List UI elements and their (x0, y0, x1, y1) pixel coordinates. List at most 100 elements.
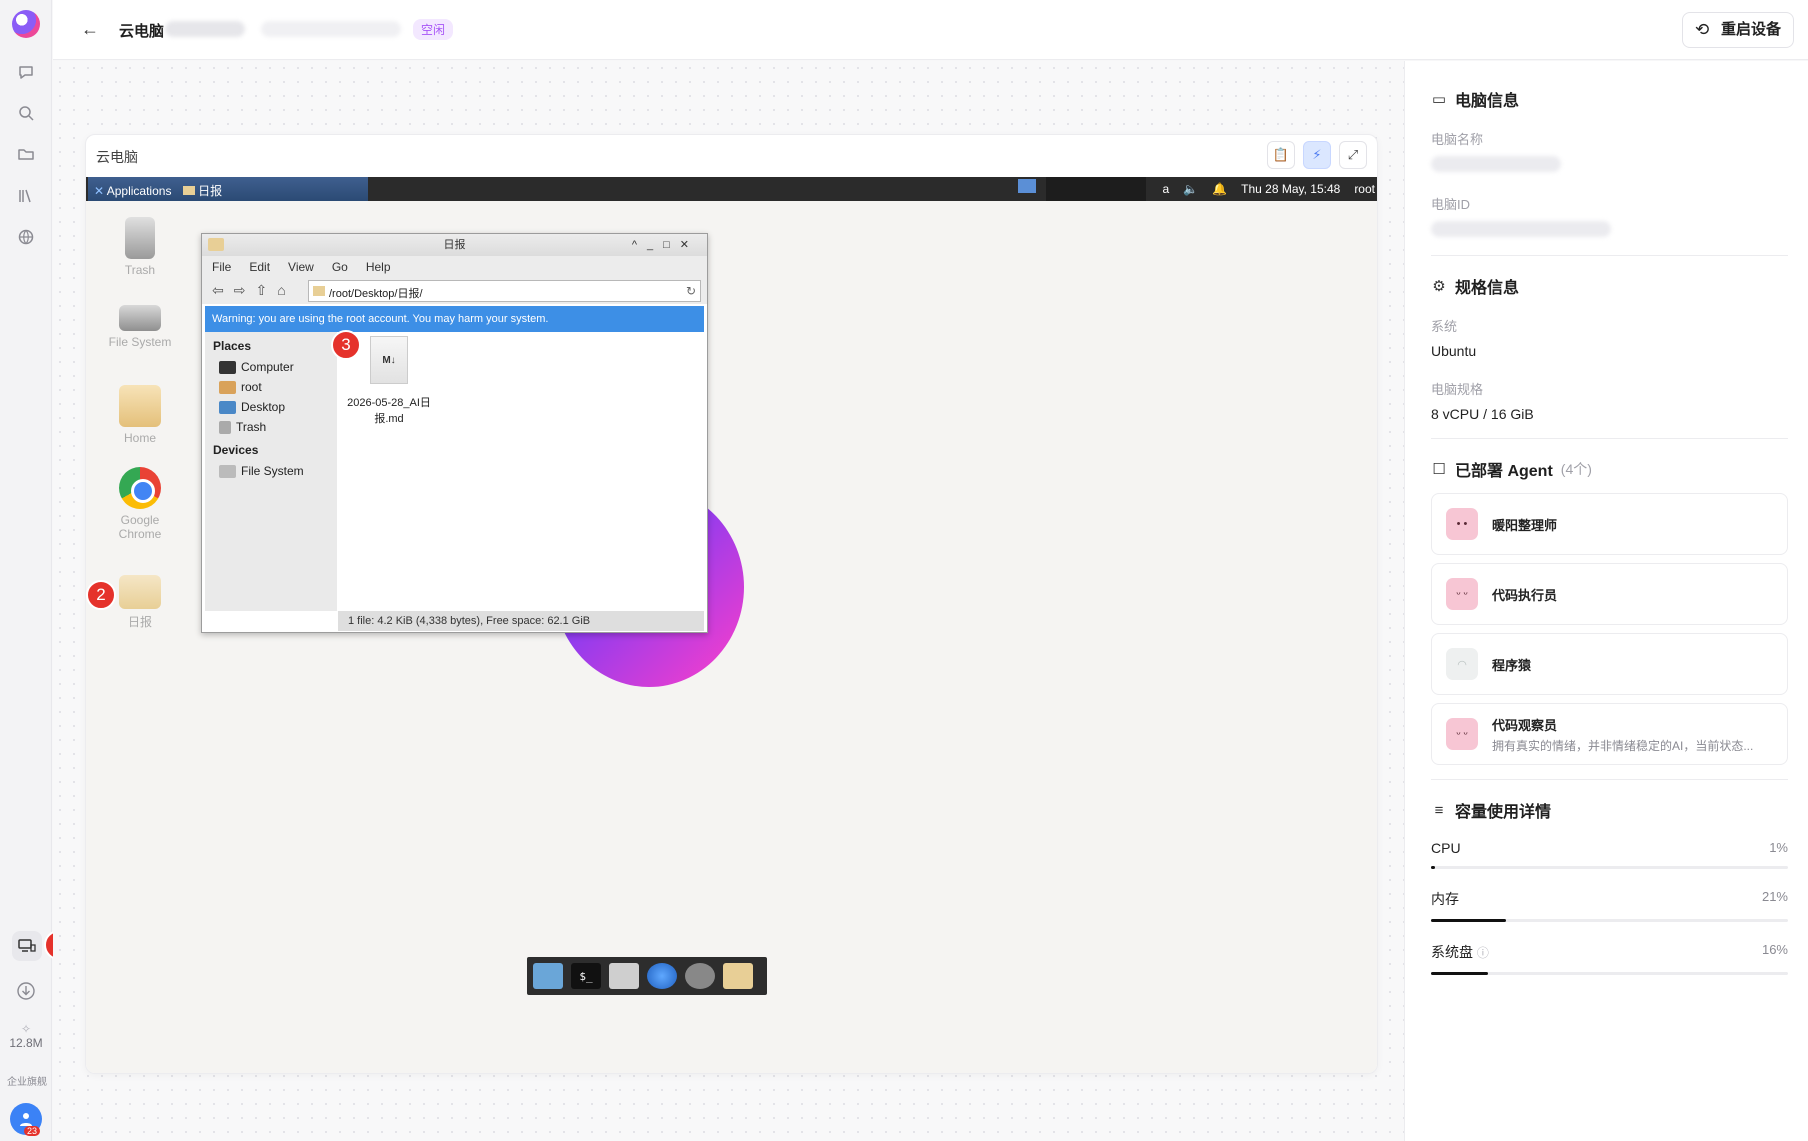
search-icon[interactable] (685, 963, 715, 989)
usage-label: CPU (1431, 840, 1461, 856)
computer-name-label: 电脑名称 (1431, 132, 1484, 147)
info-icon[interactable]: ⓘ (1477, 946, 1489, 960)
lightning-icon[interactable]: ⚡ (1303, 141, 1331, 169)
cloud-computer-icon[interactable] (12, 931, 42, 961)
fullscreen-icon[interactable]: ⤢ (1339, 141, 1367, 169)
home-folder-icon (119, 385, 161, 427)
place-desktop-label: Desktop (241, 400, 286, 414)
agent-item[interactable]: • • 暖阳整理师 (1431, 493, 1788, 555)
home-folder-icon[interactable] (609, 963, 639, 989)
card-title: 云电脑 (96, 149, 138, 165)
taskbar-window-label[interactable]: 日报 (198, 184, 222, 198)
forward-icon[interactable]: ⇨ (234, 282, 246, 299)
menu-edit[interactable]: Edit (249, 260, 270, 274)
top-bar: ← 云电脑 空闲 ⟲ 重启设备 (53, 0, 1808, 60)
size-value: 8 vCPU / 16 GiB (1431, 406, 1534, 422)
panel-user: root (1354, 182, 1375, 196)
device-filesystem[interactable]: File System (213, 461, 329, 481)
folder-icon[interactable] (723, 963, 753, 989)
usage-percent: 21% (1761, 889, 1788, 904)
agent-avatar: ᵕ ᵕ (1446, 578, 1478, 610)
menu-help[interactable]: Help (366, 260, 391, 274)
place-desktop[interactable]: Desktop (213, 397, 329, 417)
sparkle-icon: ✧ (20, 1022, 32, 1036)
device-filesystem-label: File System (241, 464, 304, 478)
status-bar: 1 file: 4.2 KiB (4,338 bytes), Free spac… (338, 611, 704, 631)
file-manager-window[interactable]: 日报 ^_□✕ File Edit View Go Help ⇦ ⇨ ⇧ ⌂ /… (201, 233, 708, 633)
home-icon[interactable]: ⌂ (277, 282, 285, 299)
usage-bar (1431, 866, 1788, 869)
computer-id-redacted (1431, 221, 1611, 237)
reload-icon[interactable]: ↻ (686, 284, 696, 298)
os-label: 系统 (1431, 319, 1458, 334)
app-logo-icon[interactable] (12, 10, 40, 38)
panel-tray: a 🔈 🔔 Thu 28 May, 15:48 root (1163, 182, 1375, 196)
show-desktop-icon[interactable] (533, 963, 563, 989)
window-folder-icon (208, 238, 224, 251)
taskbar-folder-icon (182, 186, 195, 195)
menu-view[interactable]: View (288, 260, 314, 274)
monitor-icon: ▭ (1431, 91, 1447, 108)
divider (1431, 438, 1788, 439)
browser-icon[interactable] (647, 963, 677, 989)
chip-icon: ⚙ (1432, 278, 1446, 295)
desktop-icon (219, 400, 236, 414)
chat-icon[interactable] (14, 60, 38, 84)
restart-button[interactable]: ⟲ 重启设备 (1681, 12, 1794, 48)
applications-menu[interactable]: ✕ Applications 日报 (88, 177, 368, 201)
redacted-id (261, 21, 401, 37)
volume-icon[interactable]: 🔈 (1183, 182, 1198, 196)
markdown-file-name: 2026-05-28_AI日报.md (347, 397, 431, 425)
folder-icon (119, 575, 161, 609)
plan-label: 企业旗舰 (7, 1077, 47, 1088)
agent-list: • • 暖阳整理师 ᵕ ᵕ 代码执行员 ◠ 程序猿 ᵕ ᵕ 代码观察员 拥有真实… (1431, 493, 1788, 765)
agent-item[interactable]: ◠ 程序猿 (1431, 633, 1788, 695)
clipboard-icon[interactable]: 📋 (1267, 141, 1295, 169)
usage-label: 内存 (1431, 891, 1459, 907)
step-marker-3: 3 (331, 330, 361, 360)
usage-bar (1431, 919, 1788, 922)
agent-avatar: • • (1446, 508, 1478, 540)
place-root[interactable]: root (213, 377, 329, 397)
terminal-icon[interactable]: $_ (571, 963, 601, 989)
trash-icon (219, 420, 231, 434)
window-titlebar[interactable]: 日报 ^_□✕ (202, 234, 707, 256)
refresh-icon: ⟲ (1694, 20, 1710, 39)
window-controls[interactable]: ^_□✕ (632, 234, 699, 256)
back-arrow-icon[interactable]: ← (81, 19, 99, 40)
globe-icon[interactable] (14, 225, 38, 249)
root-warning: Warning: you are using the root account.… (205, 306, 704, 332)
spec-title: 规格信息 (1455, 280, 1520, 297)
keyboard-icon[interactable]: a (1163, 182, 1170, 196)
place-trash[interactable]: Trash (213, 417, 329, 437)
desktop-trash[interactable]: Trash (100, 217, 180, 277)
card-header: 云电脑 📋 ⚡ ⤢ (86, 135, 1377, 177)
bell-icon[interactable]: 🔔 (1212, 182, 1227, 196)
path-input[interactable]: /root/Desktop/日报/ ↻ (308, 280, 701, 302)
menu-file[interactable]: File (212, 260, 231, 274)
desktop-home[interactable]: Home (100, 385, 180, 445)
menu-go[interactable]: Go (332, 260, 348, 274)
back-icon[interactable]: ⇦ (212, 282, 224, 299)
folder-icon[interactable] (14, 142, 38, 166)
usage-cpu: CPU 1% (1431, 840, 1788, 869)
agent-item[interactable]: ᵕ ᵕ 代码观察员 拥有真实的情绪，并非情绪稳定的AI，当前状态... (1431, 703, 1788, 765)
desktop-folder-label: 日报 (127, 615, 152, 629)
storage-indicator: ✧ 12.8M (3, 1022, 49, 1050)
desktop-filesystem[interactable]: File System (100, 295, 180, 349)
devices-header: Devices (213, 443, 259, 457)
download-icon[interactable] (14, 979, 38, 1003)
desktop-chrome[interactable]: Google Chrome (100, 467, 180, 541)
redacted-name (165, 21, 245, 37)
agent-name: 代码执行员 (1492, 587, 1558, 603)
up-icon[interactable]: ⇧ (255, 282, 267, 299)
vnc-desktop[interactable]: ✕ Applications 日报 a 🔈 🔔 Thu 28 May, 15:4… (86, 177, 1377, 1073)
agent-item[interactable]: ᵕ ᵕ 代码执行员 (1431, 563, 1788, 625)
search-icon[interactable] (14, 101, 38, 125)
library-icon[interactable] (14, 184, 38, 208)
usage-bar-fill (1431, 919, 1506, 922)
usage-memory: 内存 21% (1431, 889, 1788, 922)
computer-info-title: 电脑信息 (1455, 93, 1520, 110)
place-computer[interactable]: Computer (213, 357, 329, 377)
workspace-switcher[interactable] (1018, 179, 1036, 193)
